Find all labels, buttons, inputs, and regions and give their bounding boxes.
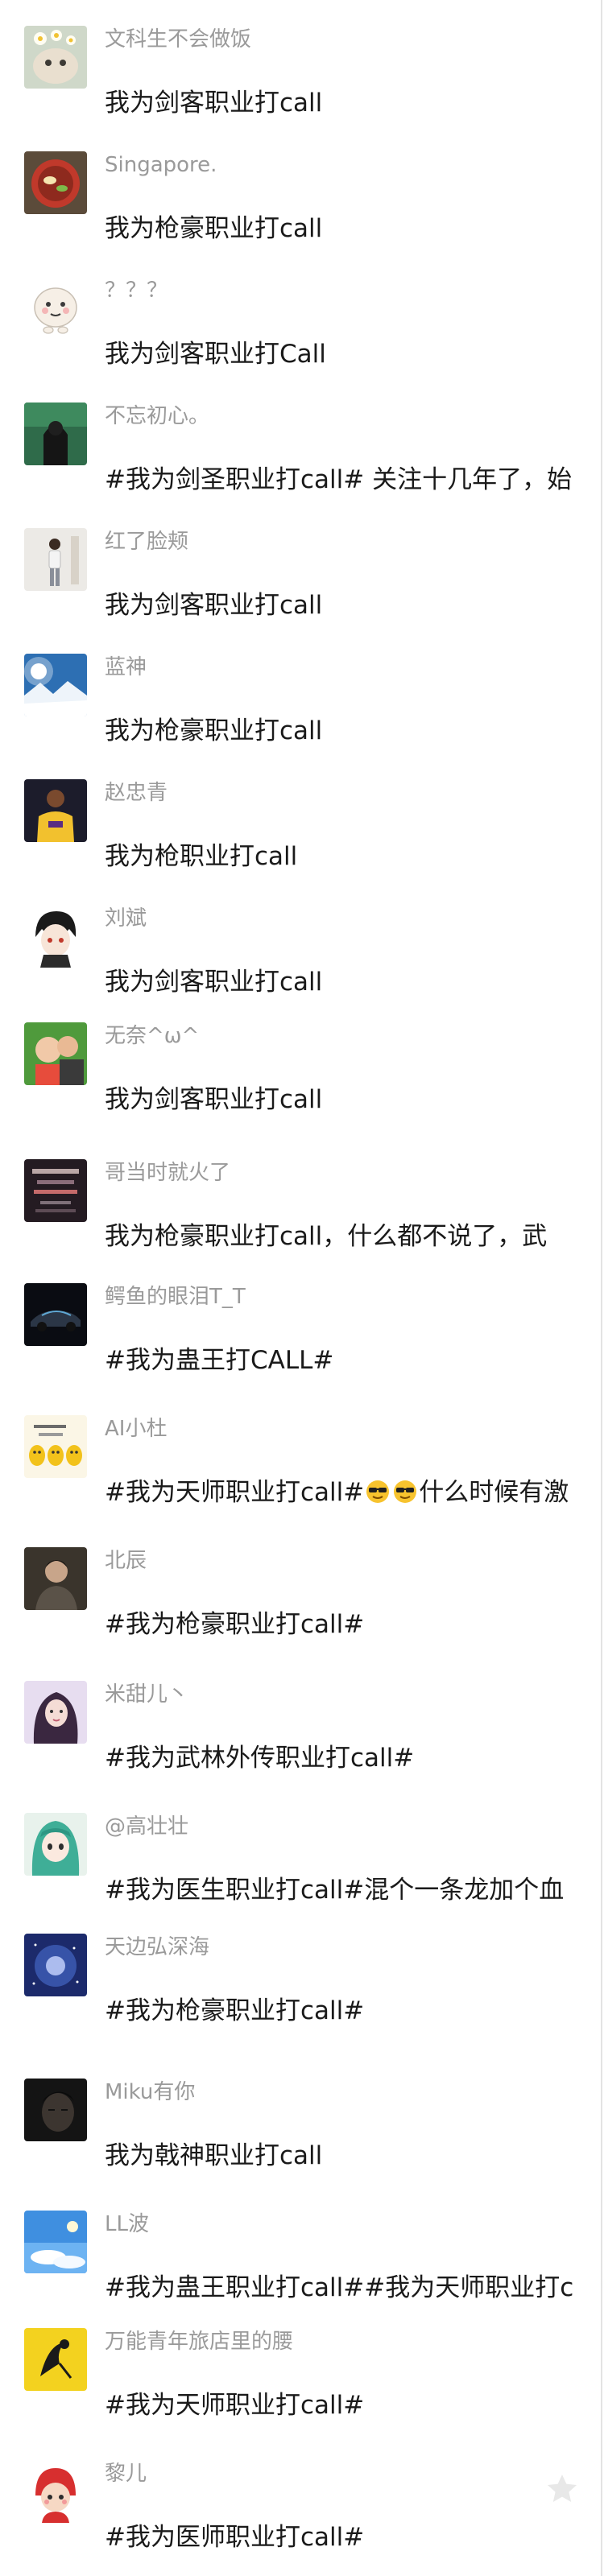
username[interactable]: 米甜儿丶	[105, 1681, 188, 1708]
sunglasses-emoji-icon	[365, 1479, 391, 1505]
cosmic-sky-avatar	[24, 1934, 87, 1996]
comment-text: #我为枪豪职业打call#	[105, 1996, 365, 2025]
username[interactable]: 不忘初心。	[105, 402, 209, 430]
snow-landscape-avatar	[24, 654, 87, 716]
man-portrait-avatar	[24, 1547, 87, 1610]
username[interactable]: 哥当时就火了	[105, 1159, 230, 1187]
dark-face-avatar	[24, 2079, 87, 2141]
anime-boy-avatar	[24, 905, 87, 968]
username[interactable]: @高壮壮	[105, 1813, 188, 1840]
username[interactable]: 鳄鱼的眼泪T_T	[105, 1283, 246, 1311]
comment-text: #我为天师职业打call# 什么时候有激	[105, 1476, 588, 1509]
avatar[interactable]	[24, 905, 87, 968]
food-bowl-avatar	[24, 151, 87, 214]
red-doll-avatar	[24, 2460, 87, 2523]
comment-text: 我为剑客职业打call	[105, 968, 323, 997]
yellow-drawing-avatar	[24, 2328, 87, 2391]
username[interactable]: 万能青年旅店里的腰	[105, 2328, 293, 2355]
avatar[interactable]	[24, 1159, 87, 1222]
comment-text: #我为武林外传职业打call#	[105, 1744, 415, 1773]
avatar[interactable]	[24, 1022, 87, 1085]
avatar[interactable]	[24, 151, 87, 214]
star-icon	[548, 2475, 577, 2502]
favorite-button[interactable]	[544, 2471, 580, 2507]
username[interactable]: Miku有你	[105, 2079, 195, 2106]
avatar[interactable]	[24, 528, 87, 591]
username[interactable]: 文科生不会做饭	[105, 26, 251, 53]
hooded-figure-avatar	[24, 402, 87, 465]
dark-text-image-avatar	[24, 1159, 87, 1222]
username[interactable]: 刘斌	[105, 905, 147, 932]
scroll-edge-line	[601, 0, 602, 2576]
avatar[interactable]	[24, 2460, 87, 2523]
comment-text: 我为剑客职业打call	[105, 591, 323, 620]
comment-text: 我为枪职业打call	[105, 842, 298, 871]
username[interactable]: ？？？	[105, 277, 168, 304]
avatar[interactable]	[24, 1283, 87, 1346]
username[interactable]: 蓝神	[105, 654, 147, 681]
yellow-cartoon-avatar	[24, 1415, 87, 1478]
username[interactable]: 赵忠青	[105, 779, 168, 807]
username[interactable]: 黎儿	[105, 2460, 147, 2487]
comment-text-part: #我为天师职业打call#	[105, 1478, 365, 1507]
comment-text: #我为天师职业打call#	[105, 2391, 365, 2420]
username[interactable]: 天边弘深海	[105, 1934, 209, 1961]
child-photo-avatar	[24, 1022, 87, 1085]
comment-text: #我为枪豪职业打call#	[105, 1610, 365, 1639]
comment-text: #我为蛊王职业打call##我为天师职业打c	[105, 2273, 574, 2302]
anime-girl-avatar	[24, 1813, 87, 1876]
sports-car-avatar	[24, 1283, 87, 1346]
avatar[interactable]	[24, 277, 87, 340]
avatar[interactable]	[24, 1415, 87, 1478]
avatar[interactable]	[24, 779, 87, 842]
username[interactable]: Singapore.	[105, 151, 217, 179]
avatar[interactable]	[24, 2079, 87, 2141]
comment-text: 我为枪豪职业打call	[105, 716, 323, 745]
comment-text: #我为医师职业打call#	[105, 2523, 365, 2552]
username[interactable]: LL波	[105, 2211, 149, 2238]
comment-text-part: 什么时候有激	[419, 1478, 569, 1507]
avatar[interactable]	[24, 402, 87, 465]
avatar[interactable]	[24, 2211, 87, 2273]
comment-text: 我为剑客职业打call	[105, 1085, 323, 1114]
comment-text: 我为戟神职业打call	[105, 2141, 323, 2170]
username[interactable]: 北辰	[105, 1547, 147, 1575]
sunglasses-emoji-icon	[392, 1479, 418, 1505]
avatar[interactable]	[24, 2328, 87, 2391]
avatar[interactable]	[24, 1813, 87, 1876]
comment-text: 我为枪豪职业打call	[105, 214, 323, 243]
username[interactable]: 红了脸颊	[105, 528, 188, 555]
avatar[interactable]	[24, 1547, 87, 1610]
girl-portrait-avatar	[24, 1681, 87, 1744]
blue-sky-avatar	[24, 2211, 87, 2273]
comment-text: 我为剑客职业打Call	[105, 340, 326, 369]
cartoon-face-avatar	[24, 277, 87, 340]
comment-text: 我为枪豪职业打call，什么都不说了，武	[105, 1222, 548, 1251]
comment-text: #我为蛊王打CALL#	[105, 1346, 334, 1375]
comment-text: #我为医生职业打call#混个一条龙加个血	[105, 1876, 565, 1905]
comment-feed: 文科生不会做饭 我为剑客职业打call Singapore. 我为枪豪职业打ca…	[0, 0, 604, 2576]
username[interactable]: 无奈^ω^	[105, 1022, 199, 1050]
avatar[interactable]	[24, 654, 87, 716]
avatar[interactable]	[24, 1681, 87, 1744]
basketball-player-avatar	[24, 779, 87, 842]
comment-text: #我为剑圣职业打call# 关注十几年了，始	[105, 465, 573, 494]
cat-with-flowers-avatar	[24, 26, 87, 89]
avatar[interactable]	[24, 1934, 87, 1996]
avatar[interactable]	[24, 26, 87, 89]
username[interactable]: AI小杜	[105, 1415, 167, 1443]
comment-text: 我为剑客职业打call	[105, 89, 323, 118]
standing-person-avatar	[24, 528, 87, 591]
